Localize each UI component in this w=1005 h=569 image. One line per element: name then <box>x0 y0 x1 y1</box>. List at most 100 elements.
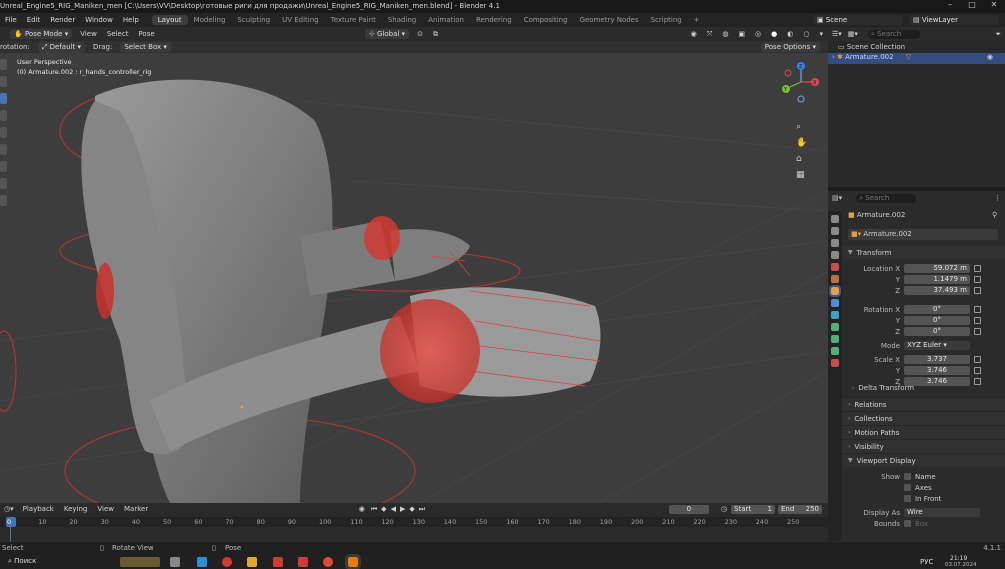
tab-scripting[interactable]: Scripting <box>645 15 688 25</box>
snap-icon[interactable]: ⧉ <box>428 30 443 39</box>
tab-texture-paint[interactable]: Texture Paint <box>325 15 382 25</box>
eye-icon[interactable]: ◉ <box>987 53 993 61</box>
location-x-field[interactable]: 59.072 m <box>904 264 970 273</box>
frame-ruler[interactable]: 0 10 20 30 40 50 60 70 80 90 100 110 120 130 140 150 160… <box>0 517 828 527</box>
clock-time[interactable]: 21:19 <box>950 555 967 562</box>
view-layer-tab-icon[interactable] <box>831 251 839 259</box>
shading-wireframe-icon[interactable]: ◎ <box>750 30 766 38</box>
yandex-icon[interactable] <box>273 557 283 567</box>
camera-icon[interactable]: ⌂ <box>796 154 802 164</box>
scale-x-field[interactable]: 3.737 <box>904 355 970 364</box>
pan-hand-icon[interactable]: ✋ <box>796 136 807 148</box>
lock-icon[interactable] <box>974 378 981 385</box>
filter-icon[interactable]: ▦▾ <box>846 30 860 38</box>
navigation-gizmo[interactable]: X Y Z ⌕ ✋ ⌂ ▦ <box>776 57 826 187</box>
3d-viewport[interactable]: User Perspective (0) Armature.002 : r_ha… <box>0 41 828 503</box>
add-workspace-button[interactable]: + <box>688 15 706 25</box>
tree-item-armature[interactable]: › ✱ Armature.002 ▽ ◉ <box>828 53 1005 64</box>
properties-search[interactable]: ⌕ Search <box>856 193 917 203</box>
menu-timeline-view[interactable]: View <box>92 505 119 513</box>
tab-geometry-nodes[interactable]: Geometry Nodes <box>574 15 645 25</box>
menu-pose[interactable]: Pose <box>133 30 159 38</box>
tab-sculpting[interactable]: Sculpting <box>231 15 276 25</box>
rotate-tool-icon[interactable] <box>0 127 7 138</box>
opera-icon[interactable] <box>222 557 232 567</box>
scale-y-field[interactable]: 3.746 <box>904 366 970 375</box>
tweak-tool-icon[interactable] <box>0 59 7 70</box>
outliner-editor-icon[interactable]: ☰▾ <box>828 30 846 38</box>
lock-icon[interactable] <box>974 265 981 272</box>
taskbar-search[interactable]: ⌕ Поиск <box>8 557 36 566</box>
folder-icon[interactable] <box>247 557 257 567</box>
prev-keyframe-icon[interactable]: ◆ <box>379 505 388 513</box>
properties-editor-icon[interactable]: ▤▾ <box>828 194 846 202</box>
scale-tool-icon[interactable] <box>0 144 7 155</box>
menu-keying[interactable]: Keying <box>59 505 93 513</box>
transform-orientation-dropdown[interactable]: ⊹ Global ▾ <box>364 29 410 39</box>
shading-rendered-icon[interactable]: ○ <box>798 30 814 38</box>
shading-solid-icon[interactable]: ● <box>766 30 782 38</box>
delta-transform-subpanel[interactable]: › Delta Transform <box>852 384 914 392</box>
close-icon[interactable]: ✕ <box>983 0 1005 13</box>
object-name-field[interactable]: ■▾ Armature.002 <box>848 229 998 240</box>
select-box-tool-icon[interactable] <box>0 93 7 104</box>
tab-layout[interactable]: Layout <box>151 15 188 25</box>
outliner-search[interactable]: ⌕ Search <box>867 29 920 39</box>
timeline-editor-icon[interactable]: ◷▾ <box>0 505 18 513</box>
visibility-panel[interactable]: › Visibility <box>842 439 1005 453</box>
tab-compositing[interactable]: Compositing <box>518 15 574 25</box>
orientation-dropdown[interactable]: ⤢ Default ▾ <box>37 41 85 53</box>
xray-icon[interactable]: ▣ <box>733 30 750 38</box>
drag-dropdown[interactable]: Select Box ▾ <box>120 42 171 52</box>
mode-selector[interactable]: ✋ Pose Mode ▾ <box>10 29 73 39</box>
cursor-tool-icon[interactable] <box>0 76 7 87</box>
pivot-icon[interactable]: ⊙ <box>412 30 428 38</box>
record-icon[interactable]: ◉ <box>355 505 369 513</box>
menu-help[interactable]: Help <box>118 16 144 24</box>
lock-icon[interactable] <box>974 287 981 294</box>
in-front-checkbox[interactable] <box>904 495 911 502</box>
location-z-field[interactable]: 37.493 m <box>904 286 970 295</box>
transform-panel-header[interactable]: ▼ Transform <box>842 246 1005 259</box>
minimize-icon[interactable]: – <box>939 0 961 13</box>
output-tab-icon[interactable] <box>831 239 839 247</box>
tab-uv-editing[interactable]: UV Editing <box>276 15 325 25</box>
play-icon[interactable]: ▶ <box>398 505 407 513</box>
preview-range-icon[interactable]: ◷ <box>717 505 731 513</box>
menu-select[interactable]: Select <box>102 30 134 38</box>
render-tab-icon[interactable] <box>831 227 839 235</box>
collections-panel[interactable]: › Collections <box>842 411 1005 425</box>
menu-window[interactable]: Window <box>80 16 118 24</box>
tab-shading[interactable]: Shading <box>382 15 422 25</box>
zoom-icon[interactable]: ⌕ <box>796 122 801 132</box>
gizmo-icon[interactable]: ⤧ <box>702 30 718 39</box>
pin-icon[interactable]: ⚲ <box>992 211 997 219</box>
funnel-icon[interactable]: ⏷ <box>995 30 1005 39</box>
tree-item-scene-collection[interactable]: ▭ Scene Collection <box>838 43 905 51</box>
rotation-z-field[interactable]: 0° <box>904 327 970 336</box>
clock-date[interactable]: 03.07.2024 <box>945 562 977 568</box>
location-y-field[interactable]: 1.1479 m <box>904 275 970 284</box>
jump-start-icon[interactable]: ⏮ <box>369 505 379 514</box>
current-frame-field[interactable]: 0 <box>668 504 709 514</box>
overlay-icon[interactable]: ◍ <box>717 30 733 38</box>
end-frame-field[interactable]: End 250 <box>778 504 822 514</box>
shading-material-icon[interactable]: ◐ <box>782 30 798 38</box>
scene-selector[interactable]: ▣ Scene <box>813 15 903 25</box>
tool-tab-icon[interactable] <box>831 215 839 223</box>
lock-icon[interactable] <box>974 317 981 324</box>
menu-file[interactable]: File <box>0 16 22 24</box>
blender-icon[interactable] <box>345 554 361 569</box>
menu-playback[interactable]: Playback <box>18 505 59 513</box>
properties-options-icon[interactable]: ⋮ <box>994 194 1005 202</box>
maximize-icon[interactable]: □ <box>961 0 983 13</box>
task-view-icon[interactable] <box>170 557 180 567</box>
next-keyframe-icon[interactable]: ◆ <box>407 505 416 513</box>
lock-icon[interactable] <box>974 356 981 363</box>
lang-indicator[interactable]: РУС <box>920 558 933 566</box>
visibility-icon[interactable]: ◉ <box>686 30 702 38</box>
bounds-checkbox[interactable] <box>904 520 911 527</box>
menu-render[interactable]: Render <box>45 16 80 24</box>
measure-tool-icon[interactable] <box>0 195 7 206</box>
name-checkbox[interactable] <box>904 473 911 480</box>
